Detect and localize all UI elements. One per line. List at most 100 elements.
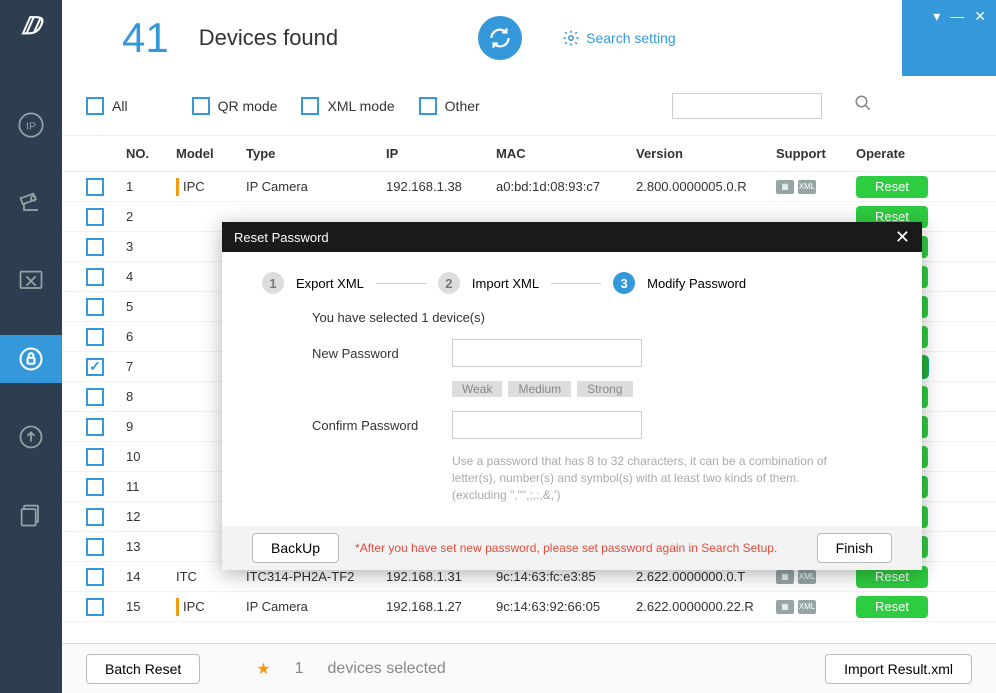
qr-icon: ▦ xyxy=(776,570,794,584)
strength-medium: Medium xyxy=(508,381,571,397)
filter-bar: All QR mode XML mode Other xyxy=(62,76,996,136)
modal-close-icon[interactable]: ✕ xyxy=(895,227,910,248)
table-header: NO. Model Type IP MAC Version Support Op… xyxy=(62,136,996,172)
cell-ip: 192.168.1.31 xyxy=(386,569,496,584)
modal-steps: 1 Export XML 2 Import XML 3 Modify Passw… xyxy=(222,252,922,304)
selected-devices-msg: You have selected 1 device(s) xyxy=(312,310,832,325)
import-result-button[interactable]: Import Result.xml xyxy=(825,654,972,684)
row-checkbox[interactable] xyxy=(86,268,104,286)
cell-no: 10 xyxy=(126,449,176,464)
cell-no: 3 xyxy=(126,239,176,254)
device-count: 41 xyxy=(122,14,169,62)
confirm-password-input[interactable] xyxy=(452,411,642,439)
row-checkbox[interactable] xyxy=(86,298,104,316)
row-checkbox[interactable] xyxy=(86,238,104,256)
refresh-button[interactable] xyxy=(478,16,522,60)
confirm-password-label: Confirm Password xyxy=(312,418,432,433)
tools-icon xyxy=(17,267,45,295)
cell-no: 5 xyxy=(126,299,176,314)
cell-no: 15 xyxy=(126,599,176,614)
cell-version: 2.800.0000005.0.R xyxy=(636,179,776,194)
window-minimize-icon[interactable]: — xyxy=(950,8,964,24)
window-close-icon[interactable]: ✕ xyxy=(974,8,986,25)
window-dropdown-icon[interactable]: ▾ xyxy=(933,8,940,25)
header: 41 Devices found Search setting xyxy=(62,0,996,76)
cell-no: 14 xyxy=(126,569,176,584)
search-input[interactable] xyxy=(672,93,822,119)
filter-qr-checkbox[interactable] xyxy=(192,97,210,115)
filter-xml-label: XML mode xyxy=(327,98,394,114)
row-checkbox[interactable] xyxy=(86,568,104,586)
row-checkbox[interactable] xyxy=(86,418,104,436)
cell-model: ITC xyxy=(176,569,246,584)
svg-text:IP: IP xyxy=(26,121,36,133)
table-row[interactable]: 1IPCIP Camera192.168.1.38a0:bd:1d:08:93:… xyxy=(62,172,996,202)
search-icon[interactable] xyxy=(854,94,872,117)
cell-support: ▦XML xyxy=(776,570,856,584)
devices-found-label: Devices found xyxy=(199,25,338,51)
window-controls: ▾ — ✕ xyxy=(902,0,996,76)
col-mac: MAC xyxy=(496,146,636,161)
cell-no: 4 xyxy=(126,269,176,284)
reset-button[interactable]: Reset xyxy=(856,596,928,618)
cell-support: ▦XML xyxy=(776,600,856,614)
upload-icon xyxy=(17,423,45,451)
search-setting-link[interactable]: Search setting xyxy=(562,29,676,47)
step-3-label: Modify Password xyxy=(647,276,746,291)
row-checkbox[interactable] xyxy=(86,538,104,556)
strength-weak: Weak xyxy=(452,381,502,397)
row-checkbox[interactable] xyxy=(86,208,104,226)
camera-icon xyxy=(17,189,45,217)
cell-no: 2 xyxy=(126,209,176,224)
backup-button[interactable]: BackUp xyxy=(252,533,339,563)
filter-all-checkbox[interactable] xyxy=(86,97,104,115)
gear-icon xyxy=(562,29,580,47)
row-checkbox[interactable] xyxy=(86,478,104,496)
ip-icon: IP xyxy=(17,111,45,139)
sidebar-item-docs[interactable] xyxy=(0,491,62,539)
footer: Batch Reset ★ 1 devices selected Import … xyxy=(62,643,996,693)
table-row[interactable]: 15IPCIP Camera192.168.1.279c:14:63:92:66… xyxy=(62,592,996,622)
sidebar-item-upload[interactable] xyxy=(0,413,62,461)
row-checkbox[interactable] xyxy=(86,178,104,196)
row-checkbox[interactable] xyxy=(86,508,104,526)
password-strength: Weak Medium Strong xyxy=(452,381,832,397)
cell-mac: 9c:14:63:92:66:05 xyxy=(496,599,636,614)
sidebar-item-lock[interactable] xyxy=(0,335,62,383)
row-checkbox[interactable] xyxy=(86,598,104,616)
docs-icon xyxy=(17,501,45,529)
col-ip: IP xyxy=(386,146,496,161)
star-icon: ★ xyxy=(256,659,270,679)
cell-ip: 192.168.1.27 xyxy=(386,599,496,614)
sidebar-item-tools[interactable] xyxy=(0,257,62,305)
filter-other-checkbox[interactable] xyxy=(419,97,437,115)
step-1-num: 1 xyxy=(262,272,284,294)
app-logo: ⅅ xyxy=(21,12,41,41)
cell-version: 2.622.0000000.22.R xyxy=(636,599,776,614)
cell-version: 2.622.0000000.0.T xyxy=(636,569,776,584)
filter-xml-checkbox[interactable] xyxy=(301,97,319,115)
cell-no: 7 xyxy=(126,359,176,374)
modal-warning: *After you have set new password, please… xyxy=(355,541,777,555)
cell-type: IP Camera xyxy=(246,599,386,614)
row-checkbox[interactable] xyxy=(86,448,104,466)
step-2-num: 2 xyxy=(438,272,460,294)
new-password-label: New Password xyxy=(312,346,432,361)
cell-model: IPC xyxy=(176,178,246,196)
batch-reset-button[interactable]: Batch Reset xyxy=(86,654,200,684)
step-2-label: Import XML xyxy=(472,276,539,291)
sidebar-item-ip[interactable]: IP xyxy=(0,101,62,149)
col-version: Version xyxy=(636,146,776,161)
new-password-input[interactable] xyxy=(452,339,642,367)
row-checkbox[interactable] xyxy=(86,358,104,376)
cell-no: 6 xyxy=(126,329,176,344)
selected-label: devices selected xyxy=(328,660,446,678)
row-checkbox[interactable] xyxy=(86,388,104,406)
col-model: Model xyxy=(176,146,246,161)
finish-button[interactable]: Finish xyxy=(817,533,892,563)
sidebar-item-camera[interactable] xyxy=(0,179,62,227)
row-checkbox[interactable] xyxy=(86,328,104,346)
cell-model: IPC xyxy=(176,598,246,616)
cell-mac: 9c:14:63:fc:e3:85 xyxy=(496,569,636,584)
reset-button[interactable]: Reset xyxy=(856,176,928,198)
